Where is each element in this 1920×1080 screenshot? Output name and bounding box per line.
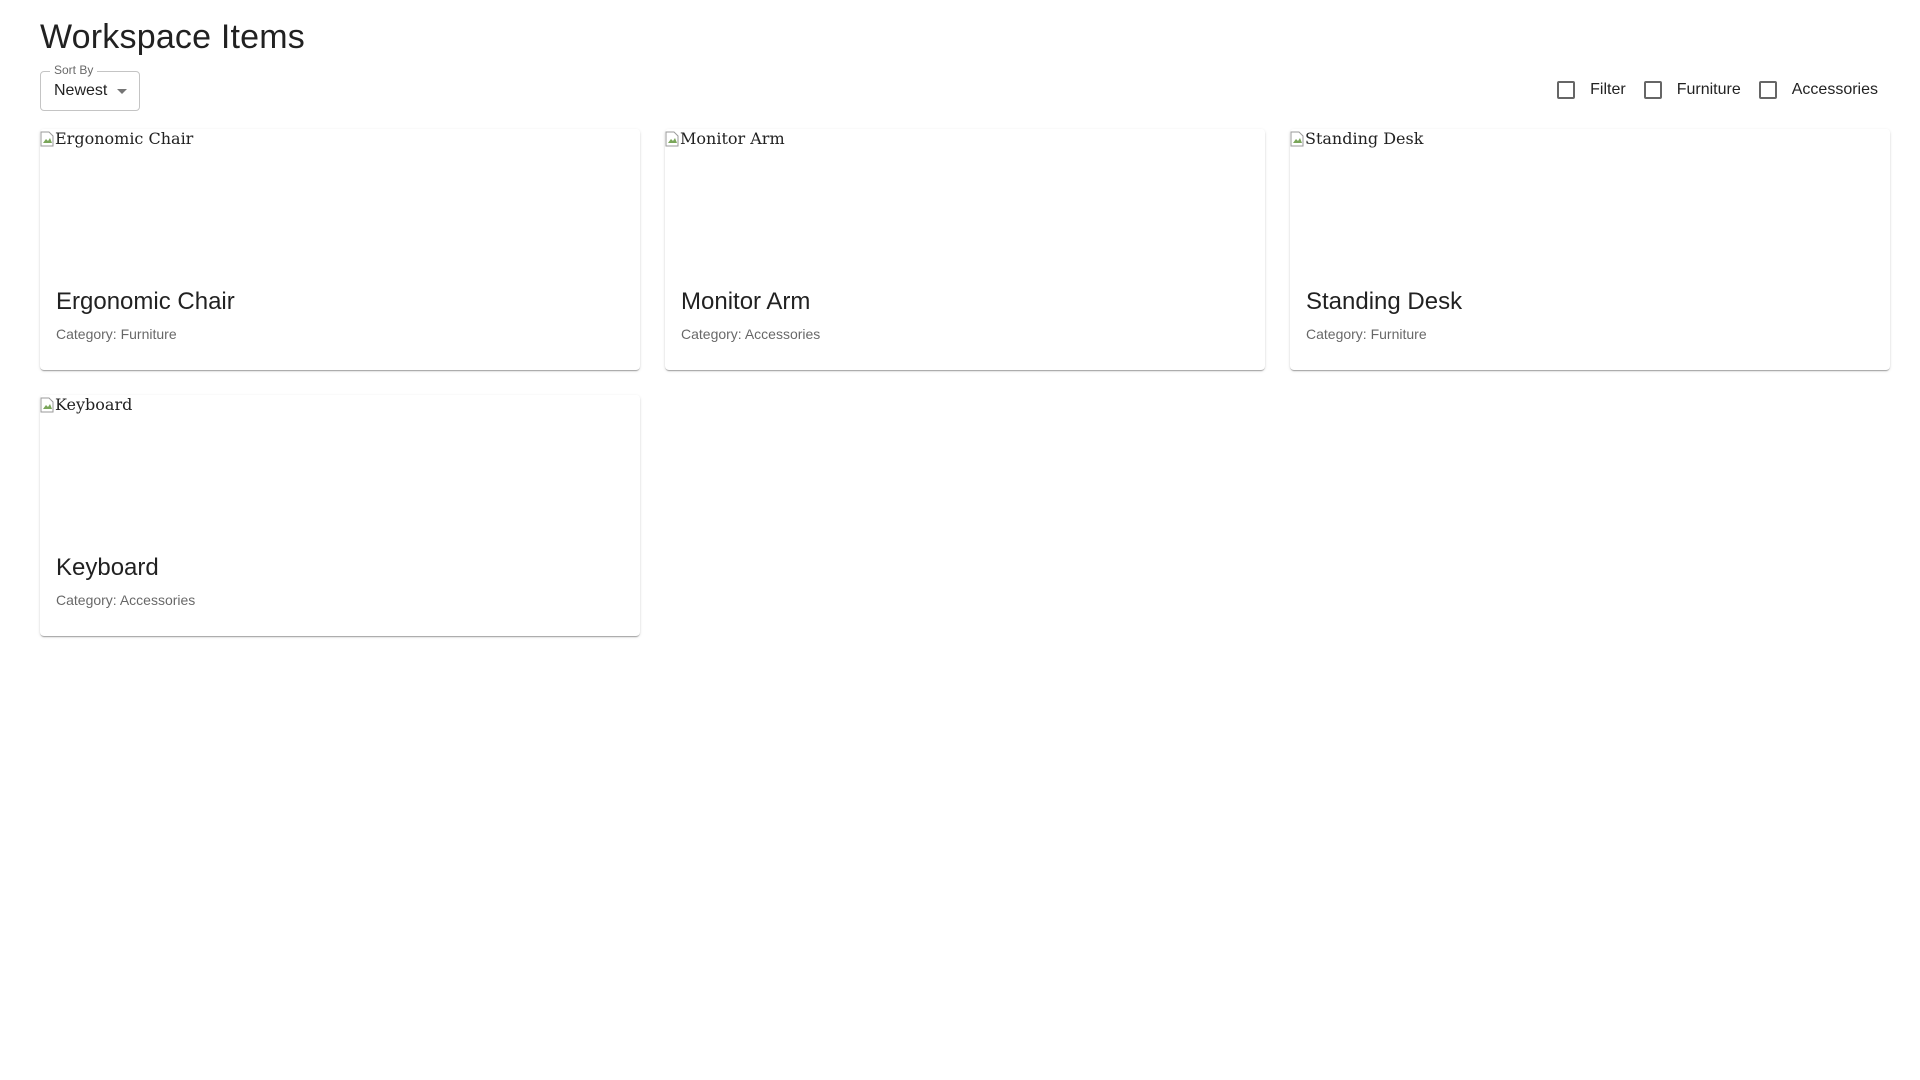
item-category: Category: Furniture: [1306, 326, 1427, 342]
broken-image-icon: [40, 397, 54, 413]
checkbox-unchecked-icon[interactable]: [1557, 81, 1576, 99]
item-card[interactable]: Keyboard Keyboard Category: Accessories: [40, 395, 640, 636]
broken-image-alt-text: Keyboard: [40, 395, 132, 415]
image-alt: Monitor Arm: [680, 129, 785, 148]
item-title: Standing Desk: [1306, 288, 1463, 315]
filter-option-accessories[interactable]: Accessories: [1758, 79, 1878, 101]
sort-select-label: Sort By: [50, 62, 98, 78]
item-category: Category: Furniture: [56, 326, 177, 342]
sort-select[interactable]: Sort By Newest: [40, 62, 140, 111]
broken-image-icon: [665, 131, 679, 147]
item-category: Category: Accessories: [56, 592, 196, 608]
item-image: Standing Desk: [1290, 129, 1890, 269]
filter-label: Furniture: [1676, 81, 1741, 98]
image-alt: Keyboard: [55, 395, 133, 414]
page: Workspace Items Sort By Newest Filter Fu…: [0, 0, 1920, 1080]
item-title: Ergonomic Chair: [56, 288, 235, 315]
filter-group: Filter Furniture Accessories: [1539, 79, 1878, 101]
item-image: Monitor Arm: [665, 129, 1265, 269]
filter-label: Filter: [1590, 81, 1626, 98]
image-alt: Ergonomic Chair: [55, 129, 194, 148]
item-image: Ergonomic Chair: [40, 129, 640, 269]
item-title: Keyboard: [56, 554, 159, 581]
item-category: Category: Accessories: [681, 326, 821, 342]
item-card[interactable]: Monitor Arm Monitor Arm Category: Access…: [665, 129, 1265, 370]
broken-image-alt-text: Ergonomic Chair: [40, 129, 193, 149]
filter-option-furniture[interactable]: Furniture: [1643, 79, 1741, 101]
broken-image-icon: [1290, 131, 1304, 147]
broken-image-alt-text: Standing Desk: [1290, 129, 1423, 149]
filter-option-filter[interactable]: Filter: [1557, 79, 1626, 101]
broken-image-icon: [40, 131, 54, 147]
broken-image-alt-text: Monitor Arm: [665, 129, 785, 149]
checkbox-unchecked-icon[interactable]: [1758, 81, 1777, 99]
item-title: Monitor Arm: [681, 288, 811, 315]
sort-select-value: Newest: [54, 82, 108, 99]
item-image: Keyboard: [40, 395, 640, 535]
arrow-drop-down-icon: [117, 89, 127, 94]
page-title: Workspace Items: [40, 18, 306, 56]
filter-label: Accessories: [1791, 81, 1878, 98]
item-card[interactable]: Standing Desk Standing Desk Category: Fu…: [1290, 129, 1890, 370]
checkbox-unchecked-icon[interactable]: [1643, 81, 1662, 99]
image-alt: Standing Desk: [1305, 129, 1424, 148]
item-card[interactable]: Ergonomic Chair Ergonomic Chair Category…: [40, 129, 640, 370]
